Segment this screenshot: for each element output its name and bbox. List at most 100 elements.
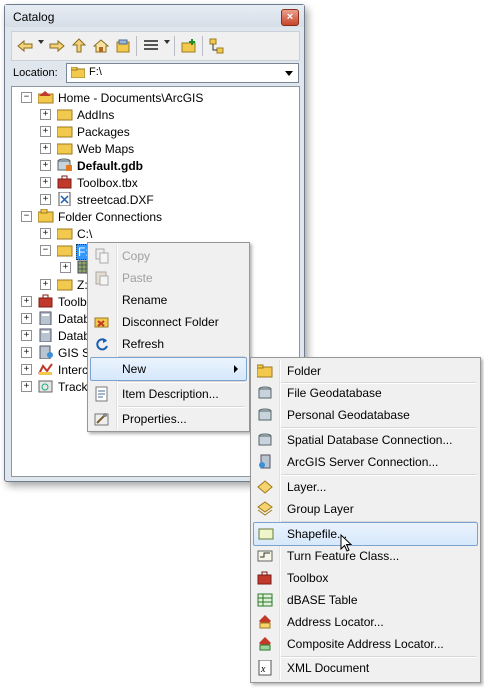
menu-item-folder[interactable]: Folder — [253, 360, 478, 382]
expand-icon[interactable]: + — [60, 262, 71, 273]
mouse-cursor-icon — [340, 534, 353, 552]
tree-label: Interc — [58, 363, 89, 377]
collapse-icon[interactable]: − — [21, 92, 32, 103]
composite-address-locator-icon — [259, 637, 271, 651]
folder-icon — [57, 228, 73, 240]
home-icon[interactable] — [92, 37, 110, 55]
properties-icon — [94, 413, 109, 426]
address-locator-icon — [259, 615, 271, 629]
personal-geodatabase-icon — [258, 408, 272, 421]
menu-item-new[interactable]: New — [90, 357, 247, 381]
tree-item-packages[interactable]: + Packages — [12, 123, 292, 140]
submenu-arrow-icon — [234, 365, 238, 373]
tree-label: Folder Connections — [58, 210, 163, 224]
menu-label: Refresh — [122, 337, 165, 351]
expand-icon[interactable]: + — [40, 109, 51, 120]
turn-feature-class-icon — [257, 550, 273, 562]
back-icon[interactable] — [16, 37, 34, 55]
folder-icon — [57, 279, 73, 291]
connect-folder-icon[interactable] — [114, 37, 132, 55]
expand-icon[interactable]: + — [21, 296, 32, 307]
expand-icon[interactable]: + — [40, 177, 51, 188]
expand-icon[interactable]: + — [40, 279, 51, 290]
folder-connection-icon — [38, 209, 54, 223]
expand-icon[interactable]: + — [21, 364, 32, 375]
menu-item-refresh[interactable]: Refresh — [90, 333, 247, 355]
menu-item-toolbox[interactable]: Toolbox — [253, 567, 478, 589]
tree-label: streetcad.DXF — [77, 193, 154, 207]
tree-item-folder-connections[interactable]: − Folder Connections — [12, 208, 292, 225]
menu-item-layer[interactable]: Layer... — [253, 476, 478, 498]
expand-icon[interactable]: + — [21, 313, 32, 324]
folder-icon — [57, 126, 73, 138]
menu-item-item-description[interactable]: Item Description... — [90, 383, 247, 405]
up-icon[interactable] — [70, 37, 88, 55]
menu-item-turn-feature-class[interactable]: Turn Feature Class... — [253, 545, 478, 567]
menu-item-file-geodatabase[interactable]: File Geodatabase — [253, 382, 478, 404]
tree-item-toolbox-tbx[interactable]: + Toolbox.tbx — [12, 174, 292, 191]
menu-item-xml-document[interactable]: x XML Document — [253, 657, 478, 679]
new-folder-icon[interactable] — [180, 37, 198, 55]
view-dropdown-icon[interactable] — [164, 40, 170, 44]
menu-item-rename[interactable]: Rename — [90, 289, 247, 311]
tree-label: Datab — [58, 329, 91, 343]
tracking-icon — [38, 380, 53, 393]
menu-item-dbase-table[interactable]: dBASE Table — [253, 589, 478, 611]
tree-item-c-drive[interactable]: + C:\ — [12, 225, 292, 242]
collapse-icon[interactable]: − — [40, 245, 51, 256]
context-menu: Copy Paste Rename Disconnect Folder Refr… — [87, 242, 250, 432]
collapse-icon[interactable]: − — [21, 211, 32, 222]
tree-label: Toolbox.tbx — [77, 176, 138, 190]
expand-icon[interactable]: + — [40, 194, 51, 205]
menu-item-disconnect-folder[interactable]: Disconnect Folder — [90, 311, 247, 333]
toolbar — [11, 31, 300, 61]
expand-icon[interactable]: + — [21, 347, 32, 358]
close-button[interactable]: × — [281, 9, 299, 26]
menu-item-group-layer[interactable]: Group Layer — [253, 498, 478, 520]
copy-icon — [95, 248, 109, 264]
tree-label: C:\ — [77, 227, 93, 241]
menu-item-arcgis-server-connection[interactable]: ArcGIS Server Connection... — [253, 451, 478, 473]
menu-item-paste[interactable]: Paste — [90, 267, 247, 289]
menu-item-copy[interactable]: Copy — [90, 245, 247, 267]
tree-item-webmaps[interactable]: + Web Maps — [12, 140, 292, 157]
tree-item-addins[interactable]: + AddIns — [12, 106, 292, 123]
layer-icon — [257, 480, 273, 494]
view-grid-icon[interactable] — [142, 37, 160, 55]
menu-item-composite-address-locator[interactable]: Composite Address Locator... — [253, 633, 478, 655]
folder-icon — [71, 67, 85, 78]
location-dropdown[interactable]: F:\ — [66, 63, 299, 83]
expand-icon[interactable]: + — [40, 228, 51, 239]
chevron-down-icon[interactable] — [285, 71, 293, 76]
new-submenu: Folder File Geodatabase Personal Geodata… — [250, 357, 481, 683]
tree-item-home[interactable]: − Home - Documents\ArcGIS — [12, 89, 292, 106]
expand-icon[interactable]: + — [21, 330, 32, 341]
menu-item-personal-geodatabase[interactable]: Personal Geodatabase — [253, 404, 478, 426]
menu-label: Group Layer — [287, 502, 354, 516]
xml-document-icon: x — [258, 660, 272, 676]
menu-item-shapefile[interactable]: Shapefile... — [253, 522, 478, 546]
menu-item-spatial-database-connection[interactable]: Spatial Database Connection... — [253, 429, 478, 451]
menu-label: Spatial Database Connection... — [287, 433, 453, 447]
title-bar[interactable]: Catalog × — [5, 5, 304, 27]
database-connection-icon — [39, 328, 52, 342]
cad-file-icon — [58, 192, 71, 206]
menu-label: Paste — [122, 271, 153, 285]
menu-item-properties[interactable]: Properties... — [90, 408, 247, 430]
menu-item-address-locator[interactable]: Address Locator... — [253, 611, 478, 633]
expand-icon[interactable]: + — [40, 143, 51, 154]
back-dropdown-icon[interactable] — [38, 40, 44, 44]
expand-icon[interactable]: + — [40, 126, 51, 137]
tree-view-icon[interactable] — [208, 37, 226, 55]
toolbox-icon — [257, 571, 272, 585]
menu-label: Rename — [122, 293, 168, 307]
expand-icon[interactable]: + — [40, 160, 51, 171]
folder-icon — [57, 245, 73, 257]
forward-icon[interactable] — [48, 37, 66, 55]
menu-label: Toolbox — [287, 571, 329, 585]
expand-icon[interactable]: + — [21, 381, 32, 392]
disconnect-folder-icon — [94, 317, 109, 328]
folder-icon — [57, 109, 73, 121]
tree-item-streetcad[interactable]: + streetcad.DXF — [12, 191, 292, 208]
tree-item-default-gdb[interactable]: + Default.gdb — [12, 157, 292, 174]
